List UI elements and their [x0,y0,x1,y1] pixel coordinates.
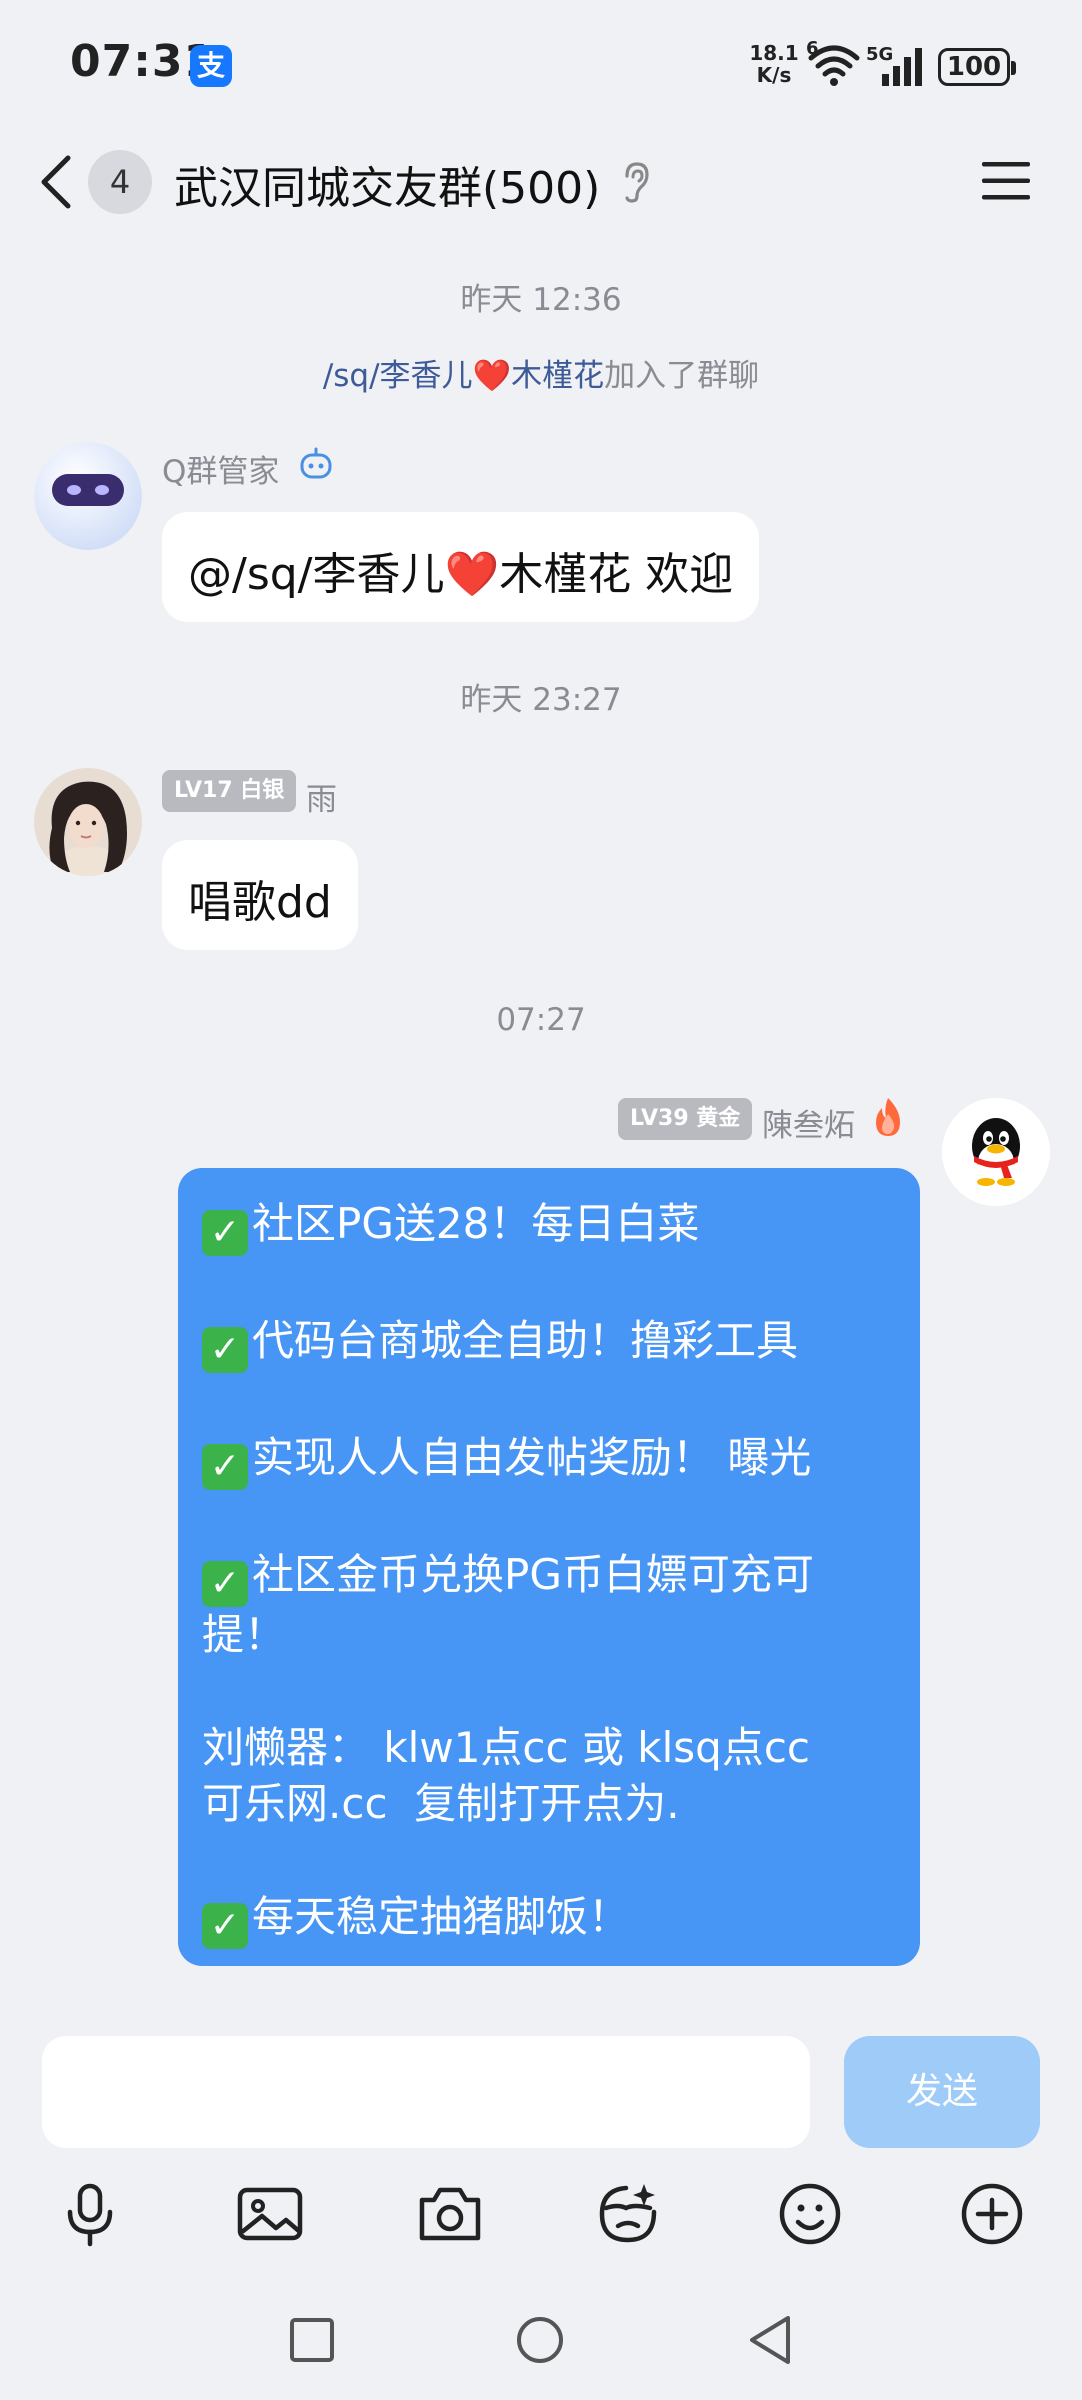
message-bubble[interactable]: @/sq/李香儿❤️木槿花 欢迎 [162,512,760,622]
robot-avatar-icon [34,442,142,550]
ear-icon[interactable] [618,160,652,204]
status-bar: 07:31 支 18.1 K/s 6 5G 100 [0,0,1082,130]
wifi-standard-label: 6 [806,38,819,59]
chat-title[interactable]: 武汉同城交友群(500) [174,152,600,216]
sender-name[interactable]: Q群管家 [162,446,279,491]
sender-name[interactable]: 雨 [306,774,337,819]
message-input[interactable] [42,2036,810,2148]
camera-icon[interactable] [414,2178,486,2250]
cellular-signal-icon [882,48,922,86]
plus-icon[interactable] [956,2178,1028,2250]
self-avatar[interactable] [942,1098,1050,1206]
penguin-avatar-icon [942,1098,1050,1206]
message-line-text: 实现人人自由发帖奖励！ 曝光 [252,1433,812,1482]
flame-badge-icon [876,1098,900,1136]
home-icon[interactable] [512,2312,568,2368]
message-line: ✓ 社区PG送28！每日白菜 [202,1196,898,1256]
microphone-icon[interactable] [54,2178,126,2250]
sticker-icon[interactable] [592,2178,664,2250]
check-mark-icon: ✓ [202,1444,248,1490]
message-bubble-self[interactable]: ✓ 社区PG送28！每日白菜 ✓ 代码台商城全自助！撸彩工具 ✓ 实现人人自由发帖奖励… [178,1168,920,1966]
send-button[interactable]: 发送 [844,2036,1040,2148]
message-bubble[interactable]: 唱歌dd [162,840,358,950]
check-mark-icon: ✓ [202,1327,248,1373]
check-mark-icon: ✓ [202,1561,248,1607]
message-timestamp: 07:27 [496,1002,586,1038]
emoji-icon[interactable] [774,2178,846,2250]
alipay-notification-icon: 支 [190,45,232,87]
unread-count-badge[interactable]: 4 [88,150,152,214]
message-line-text: 每天稳定抽猪脚饭！ [252,1892,631,1941]
level-badge: LV39 黄金 [618,1098,753,1140]
back-nav-icon[interactable] [742,2312,798,2368]
check-mark-icon: ✓ [202,1903,248,1949]
message-line-text: 刘懒器： klw1点cc 或 klsq点cc [202,1723,811,1772]
message-line: ✓ 代码台商城全自助！撸彩工具 [202,1313,898,1373]
message-line-text: 提！ [202,1610,287,1659]
message-line: ✓ 实现人人自由发帖奖励！ 曝光 [202,1430,898,1490]
menu-icon[interactable] [980,158,1032,204]
network-speed-value: 18.1 [749,41,799,65]
image-icon[interactable] [234,2178,306,2250]
message-timestamp: 昨天 23:27 [460,682,622,718]
message-line-text: 可乐网.cc 复制打开点为. [202,1779,680,1828]
message-timestamp: 昨天 12:36 [460,282,622,318]
check-mark-icon: ✓ [202,1210,248,1256]
message-line-text: 社区金币兑换PG币白嫖可充可 [252,1550,814,1599]
message-line: ✓ 每天稳定抽猪脚饭！ [202,1889,898,1949]
join-text: 加入了群聊 [604,358,760,394]
bot-avatar[interactable] [34,442,142,550]
network-speed-unit: K/s [756,63,792,87]
system-join-message: /sq/李香儿❤️木槿花加入了群聊 [0,350,1082,395]
battery-indicator: 100 [938,48,1016,86]
message-line-text: 社区PG送28！每日白菜 [252,1199,700,1248]
message-line-text: 代码台商城全自助！撸彩工具 [252,1316,799,1365]
bot-badge-icon [300,447,332,479]
message-line: ✓ 社区金币兑换PG币白嫖可充可 [202,1547,898,1607]
network-speed: 18.1 K/s [748,42,800,86]
back-arrow-icon[interactable] [36,152,76,212]
user-photo [34,768,142,876]
recents-icon[interactable] [284,2312,340,2368]
sender-name[interactable]: 陳叁炻 [762,1100,855,1145]
joined-member-name[interactable]: /sq/李香儿❤️木槿花 [323,358,604,394]
level-badge: LV17 白银 [162,770,297,812]
user-avatar[interactable] [34,768,142,876]
